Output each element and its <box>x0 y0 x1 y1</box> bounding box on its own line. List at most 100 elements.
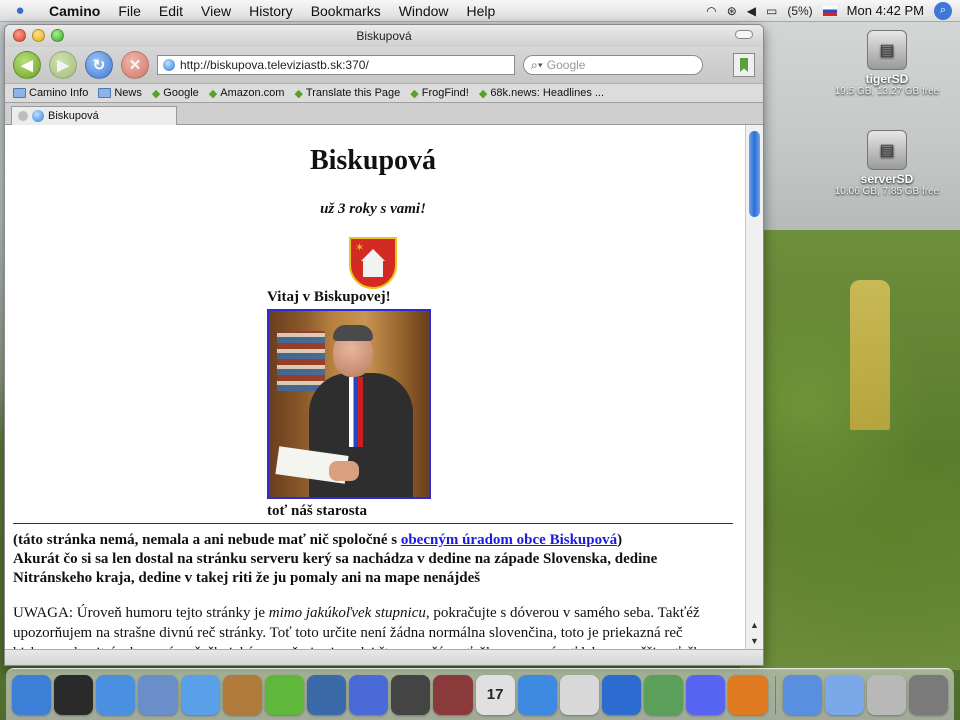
url-text[interactable]: http://biskupova.televiziastb.sk:370/ <box>180 58 369 72</box>
menu-file[interactable]: File <box>109 3 150 19</box>
menu-edit[interactable]: Edit <box>150 3 192 19</box>
drive-name: serverSD <box>860 172 914 186</box>
bookmark-camino-info[interactable]: Camino Info <box>9 87 92 99</box>
photo-booth-icon[interactable] <box>433 674 473 715</box>
photo-hair <box>333 325 373 341</box>
warning-paragraph: UWAGA: Úroveň humoru tejto stránky je mi… <box>13 603 733 651</box>
menubar-clock[interactable]: Mon 4:42 PM <box>847 3 924 18</box>
browser-window: Biskupová ◀ ▶ ↻ ✕ http://biskupova.telev… <box>4 24 764 666</box>
bookmark-icon <box>740 58 748 72</box>
window-titlebar[interactable]: Biskupová <box>5 25 763 47</box>
search-placeholder: Google <box>546 58 586 72</box>
apple-menu-icon[interactable]: ● <box>0 2 40 19</box>
garageband-icon[interactable] <box>391 674 431 715</box>
menu-help[interactable]: Help <box>458 3 505 19</box>
bookmark-amazon[interactable]: ◆ Amazon.com <box>205 87 289 100</box>
itunes-icon[interactable] <box>264 674 304 715</box>
input-menu-flag-icon[interactable] <box>822 5 837 16</box>
tab-bar: Biskupová <box>5 103 763 125</box>
municipal-office-link[interactable]: obecným úradom obce Biskupová <box>401 532 617 548</box>
battery-percent[interactable]: (5%) <box>787 4 812 18</box>
spotlight-icon[interactable]: ⌕ <box>934 1 952 20</box>
address-book-icon[interactable] <box>222 674 262 715</box>
hard-drive-icon: ▤ <box>867 130 907 170</box>
mayor-photo[interactable] <box>267 309 431 499</box>
dashboard-icon[interactable] <box>54 674 94 715</box>
ical-icon[interactable]: 17 <box>475 674 515 715</box>
iphoto-icon[interactable] <box>306 674 347 715</box>
bookmarks-bar: Camino Info News ◆ Google ◆ Amazon.com ◆ Tr… <box>5 83 763 103</box>
photo-hands <box>329 461 359 481</box>
ichat-icon[interactable] <box>180 674 220 715</box>
vertical-scrollbar[interactable]: ▲ ▼ <box>745 125 763 651</box>
search-icon[interactable]: ⌕▾ <box>531 58 543 73</box>
welcome-text: Vitaj v Biskupovej! <box>267 289 391 305</box>
tab-biskupova[interactable]: Biskupová <box>11 106 177 125</box>
preview-icon[interactable] <box>559 674 599 715</box>
bookmark-label: Camino Info <box>29 87 89 99</box>
menu-bookmarks[interactable]: Bookmarks <box>302 3 390 19</box>
warning-text: UWAGA: Úroveň humoru tejto stránky je <box>13 605 269 621</box>
network-icon[interactable] <box>601 674 642 715</box>
menu-window[interactable]: Window <box>390 3 458 19</box>
close-window-button[interactable] <box>13 29 26 42</box>
bookmark-link-icon: ◆ <box>294 87 303 100</box>
site-globe-icon <box>163 59 175 71</box>
discord-icon[interactable] <box>686 674 726 715</box>
bookmark-68k-news[interactable]: ◆ 68k.news: Headlines ... <box>475 87 608 100</box>
notice-text: (táto stránka nemá, nemala a ani nebude … <box>13 532 401 548</box>
notice-line2: Akurát čo si sa len dostal na stránku se… <box>13 551 658 586</box>
stop-button[interactable]: ✕ <box>121 51 149 79</box>
url-field[interactable]: http://biskupova.televiziastb.sk:370/ <box>157 55 515 75</box>
crest-house <box>363 259 383 277</box>
tab-close-icon[interactable] <box>18 111 28 121</box>
bookmark-news[interactable]: News <box>94 87 146 99</box>
scrollbar-thumb[interactable] <box>749 131 760 217</box>
menu-history[interactable]: History <box>240 3 302 19</box>
mail-icon[interactable] <box>138 674 178 715</box>
battery-icon[interactable]: ▭ <box>766 4 777 18</box>
window-controls <box>13 29 64 42</box>
safari-icon[interactable] <box>96 674 136 715</box>
bookmark-frogfind[interactable]: ◆ FrogFind! <box>406 87 473 100</box>
back-button[interactable]: ◀ <box>13 51 41 79</box>
bookmark-label: FrogFind! <box>421 87 469 99</box>
camino-icon[interactable] <box>644 674 684 715</box>
scroll-arrows[interactable]: ▲ ▼ <box>746 617 763 651</box>
firefox-icon[interactable] <box>728 674 768 715</box>
imovie-icon[interactable] <box>349 674 389 715</box>
zoom-window-button[interactable] <box>51 29 64 42</box>
photo-bookshelf <box>277 331 325 391</box>
page-title: Biskupová <box>309 145 437 176</box>
menu-view[interactable]: View <box>192 3 240 19</box>
wifi-icon[interactable]: ◠ <box>706 4 716 18</box>
reload-button[interactable]: ↻ <box>85 51 113 79</box>
warning-emphasis: mimo jakúkoľvek stupnicu <box>268 605 426 621</box>
bookmark-google[interactable]: ◆ Google <box>148 87 203 100</box>
mail-drop-icon[interactable] <box>866 674 906 715</box>
desktop-drive-tigersd[interactable]: ▤ tigerSD 19.5 GB, 13.27 GB free <box>832 30 942 97</box>
trash-icon[interactable] <box>908 674 949 715</box>
bookmark-link-icon: ◆ <box>410 87 419 100</box>
documents-folder-icon[interactable] <box>824 674 864 715</box>
desktop-drive-serversd[interactable]: ▤ serverSD 10.06 GB, 7.85 GB free <box>832 130 942 197</box>
bookmark-label: 68k.news: Headlines ... <box>490 87 605 99</box>
window-title: Biskupová <box>356 29 412 43</box>
menu-bar: ● Camino File Edit View History Bookmark… <box>0 0 960 22</box>
minimize-window-button[interactable] <box>32 29 45 42</box>
forward-button[interactable]: ▶ <box>49 51 77 79</box>
coat-of-arms-image: ✶ <box>349 237 397 289</box>
menubar-extras: ◠ ⊛ ◀ ▭ (5%) Mon 4:42 PM ⌕ <box>706 1 960 20</box>
menu-app-name[interactable]: Camino <box>40 3 109 19</box>
bookmark-translate[interactable]: ◆ Translate this Page <box>290 87 404 100</box>
finder-icon[interactable] <box>12 674 52 715</box>
volume-icon[interactable]: ◀ <box>747 4 756 18</box>
quicktime-icon[interactable] <box>517 674 557 715</box>
toolbar-toggle-button[interactable] <box>735 30 753 39</box>
binoculars-icon[interactable]: ⊛ <box>727 4 737 18</box>
browser-toolbar: ◀ ▶ ↻ ✕ http://biskupova.televiziastb.sk… <box>5 47 763 83</box>
search-field[interactable]: ⌕▾ Google <box>523 55 703 75</box>
bookmarks-button[interactable] <box>733 53 755 77</box>
folder-icon <box>98 88 112 98</box>
applications-folder-icon[interactable] <box>782 674 822 715</box>
